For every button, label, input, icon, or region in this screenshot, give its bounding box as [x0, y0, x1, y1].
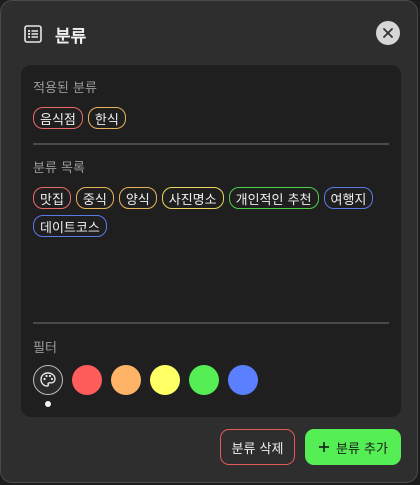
color-swatch-yellow[interactable] — [150, 365, 180, 395]
category-list-label: 분류 목록 — [33, 161, 85, 176]
color-filter — [33, 365, 258, 395]
delete-category-button[interactable]: 분류 삭제 — [220, 429, 295, 465]
dialog-title: 분류 — [55, 26, 87, 47]
category-chip[interactable]: 개인적인 추천 — [228, 187, 319, 209]
add-category-label: 분류 추가 — [336, 441, 388, 457]
category-panel: 적용된 분류 음식점 한식 분류 목록 맛집 중식 양식 사진명소 개인적인 추천 여행지데… — [21, 65, 401, 417]
color-swatch-orange[interactable] — [111, 365, 141, 395]
applied-categories-label: 적용된 분류 — [33, 81, 97, 96]
category-chip[interactable]: 사진명소 — [161, 187, 224, 209]
color-swatch-green[interactable] — [189, 365, 219, 395]
close-icon — [383, 28, 393, 38]
category-chip[interactable]: 양식 — [118, 187, 157, 209]
category-list-chips: 맛집 중식 양식 사진명소 개인적인 추천 여행지데이트코스 — [33, 187, 389, 237]
category-chip[interactable]: 맛집 — [33, 187, 71, 209]
plus-icon — [319, 442, 329, 452]
category-chip[interactable]: 한식 — [87, 107, 126, 129]
selected-indicator-dot — [45, 401, 51, 407]
color-swatch-blue[interactable] — [228, 365, 258, 395]
applied-chips: 음식점 한식 — [33, 107, 389, 129]
category-chip[interactable]: 음식점 — [33, 107, 83, 129]
add-category-button[interactable]: 분류 추가 — [305, 429, 401, 465]
dialog-header: 분류 — [23, 21, 86, 47]
close-button[interactable] — [376, 21, 400, 45]
filter-label: 필터 — [33, 341, 57, 356]
palette-icon — [40, 372, 56, 387]
list-icon — [23, 24, 43, 44]
divider — [33, 322, 389, 324]
category-chip[interactable]: 중식 — [75, 187, 114, 209]
category-dialog: 분류 적용된 분류 음식점 한식 분류 목록 맛집 중식 양식 사진명소 개인적인 추천 여… — [0, 0, 418, 483]
palette-button[interactable] — [33, 365, 63, 395]
category-chip[interactable]: 데이트코스 — [33, 215, 107, 237]
color-swatch-red[interactable] — [72, 365, 102, 395]
category-chip[interactable]: 여행지 — [323, 187, 374, 209]
divider — [33, 143, 389, 145]
